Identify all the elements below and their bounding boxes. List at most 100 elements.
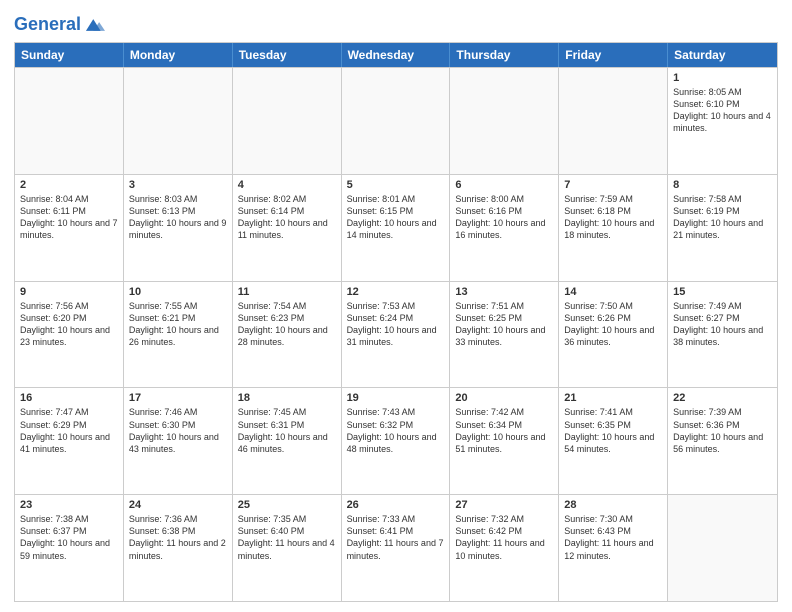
calendar-day: 22 Sunrise: 7:39 AM Sunset: 6:36 PM Dayli… bbox=[668, 388, 777, 494]
calendar-week: 23 Sunrise: 7:38 AM Sunset: 6:37 PM Dayli… bbox=[15, 494, 777, 601]
day-info: Sunrise: 7:39 AM Sunset: 6:36 PM Dayligh… bbox=[673, 406, 772, 455]
day-info: Sunrise: 7:30 AM Sunset: 6:43 PM Dayligh… bbox=[564, 513, 662, 562]
day-info: Sunrise: 7:54 AM Sunset: 6:23 PM Dayligh… bbox=[238, 300, 336, 349]
day-number: 4 bbox=[238, 179, 336, 191]
weekday-header: Monday bbox=[124, 43, 233, 67]
calendar-empty bbox=[15, 68, 124, 174]
day-info: Sunrise: 7:46 AM Sunset: 6:30 PM Dayligh… bbox=[129, 406, 227, 455]
day-number: 24 bbox=[129, 499, 227, 511]
calendar-day: 3Sunrise: 8:03 AM Sunset: 6:13 PM Daylig… bbox=[124, 175, 233, 281]
day-number: 16 bbox=[20, 392, 118, 404]
day-info: Sunrise: 7:38 AM Sunset: 6:37 PM Dayligh… bbox=[20, 513, 118, 562]
weekday-header: Saturday bbox=[668, 43, 777, 67]
day-number: 12 bbox=[347, 286, 445, 298]
day-number: 26 bbox=[347, 499, 445, 511]
calendar-day: 28Sunrise: 7:30 AM Sunset: 6:43 PM Dayli… bbox=[559, 495, 668, 601]
logo: General bbox=[14, 14, 105, 36]
calendar-day: 5 Sunrise: 8:01 AM Sunset: 6:15 PM Daylig… bbox=[342, 175, 451, 281]
calendar-day: 19 Sunrise: 7:43 AM Sunset: 6:32 PM Dayli… bbox=[342, 388, 451, 494]
day-info: Sunrise: 8:05 AM Sunset: 6:10 PM Dayligh… bbox=[673, 86, 772, 135]
day-info: Sunrise: 7:53 AM Sunset: 6:24 PM Dayligh… bbox=[347, 300, 445, 349]
calendar-empty bbox=[342, 68, 451, 174]
day-number: 23 bbox=[20, 499, 118, 511]
day-info: Sunrise: 7:56 AM Sunset: 6:20 PM Dayligh… bbox=[20, 300, 118, 349]
weekday-header: Friday bbox=[559, 43, 668, 67]
calendar-week: 16 Sunrise: 7:47 AM Sunset: 6:29 PM Dayli… bbox=[15, 387, 777, 494]
calendar-day: 8 Sunrise: 7:58 AM Sunset: 6:19 PM Daylig… bbox=[668, 175, 777, 281]
day-info: Sunrise: 7:43 AM Sunset: 6:32 PM Dayligh… bbox=[347, 406, 445, 455]
weekday-header: Wednesday bbox=[342, 43, 451, 67]
day-number: 21 bbox=[564, 392, 662, 404]
calendar-day: 20Sunrise: 7:42 AM Sunset: 6:34 PM Dayli… bbox=[450, 388, 559, 494]
day-info: Sunrise: 7:55 AM Sunset: 6:21 PM Dayligh… bbox=[129, 300, 227, 349]
day-number: 8 bbox=[673, 179, 772, 191]
day-number: 9 bbox=[20, 286, 118, 298]
day-number: 19 bbox=[347, 392, 445, 404]
day-info: Sunrise: 8:00 AM Sunset: 6:16 PM Dayligh… bbox=[455, 193, 553, 242]
day-info: Sunrise: 7:33 AM Sunset: 6:41 PM Dayligh… bbox=[347, 513, 445, 562]
day-number: 3 bbox=[129, 179, 227, 191]
day-number: 1 bbox=[673, 72, 772, 84]
header: General bbox=[14, 10, 778, 36]
day-number: 2 bbox=[20, 179, 118, 191]
day-number: 13 bbox=[455, 286, 553, 298]
day-info: Sunrise: 7:51 AM Sunset: 6:25 PM Dayligh… bbox=[455, 300, 553, 349]
day-number: 17 bbox=[129, 392, 227, 404]
calendar-day: 4 Sunrise: 8:02 AM Sunset: 6:14 PM Daylig… bbox=[233, 175, 342, 281]
day-info: Sunrise: 7:59 AM Sunset: 6:18 PM Dayligh… bbox=[564, 193, 662, 242]
page: General SundayMondayTuesdayWednesdayThur… bbox=[0, 0, 792, 612]
calendar-day: 12 Sunrise: 7:53 AM Sunset: 6:24 PM Dayli… bbox=[342, 282, 451, 388]
calendar-empty bbox=[233, 68, 342, 174]
calendar-day: 6 Sunrise: 8:00 AM Sunset: 6:16 PM Daylig… bbox=[450, 175, 559, 281]
day-number: 7 bbox=[564, 179, 662, 191]
calendar-empty bbox=[450, 68, 559, 174]
day-number: 14 bbox=[564, 286, 662, 298]
calendar-week: 2 Sunrise: 8:04 AM Sunset: 6:11 PM Daylig… bbox=[15, 174, 777, 281]
calendar-day: 16 Sunrise: 7:47 AM Sunset: 6:29 PM Dayli… bbox=[15, 388, 124, 494]
day-number: 10 bbox=[129, 286, 227, 298]
calendar-day: 11 Sunrise: 7:54 AM Sunset: 6:23 PM Dayli… bbox=[233, 282, 342, 388]
calendar-empty bbox=[559, 68, 668, 174]
day-info: Sunrise: 7:47 AM Sunset: 6:29 PM Dayligh… bbox=[20, 406, 118, 455]
calendar-day: 23 Sunrise: 7:38 AM Sunset: 6:37 PM Dayli… bbox=[15, 495, 124, 601]
calendar: SundayMondayTuesdayWednesdayThursdayFrid… bbox=[14, 42, 778, 602]
calendar-day: 9 Sunrise: 7:56 AM Sunset: 6:20 PM Daylig… bbox=[15, 282, 124, 388]
day-info: Sunrise: 7:58 AM Sunset: 6:19 PM Dayligh… bbox=[673, 193, 772, 242]
calendar-empty bbox=[124, 68, 233, 174]
day-info: Sunrise: 7:36 AM Sunset: 6:38 PM Dayligh… bbox=[129, 513, 227, 562]
day-number: 25 bbox=[238, 499, 336, 511]
calendar-day: 10 Sunrise: 7:55 AM Sunset: 6:21 PM Dayli… bbox=[124, 282, 233, 388]
day-number: 20 bbox=[455, 392, 553, 404]
calendar-day: 25 Sunrise: 7:35 AM Sunset: 6:40 PM Dayli… bbox=[233, 495, 342, 601]
calendar-empty bbox=[668, 495, 777, 601]
day-info: Sunrise: 7:45 AM Sunset: 6:31 PM Dayligh… bbox=[238, 406, 336, 455]
day-info: Sunrise: 8:02 AM Sunset: 6:14 PM Dayligh… bbox=[238, 193, 336, 242]
calendar-day: 17 Sunrise: 7:46 AM Sunset: 6:30 PM Dayli… bbox=[124, 388, 233, 494]
weekday-header: Tuesday bbox=[233, 43, 342, 67]
logo-text: General bbox=[14, 15, 81, 35]
day-info: Sunrise: 7:49 AM Sunset: 6:27 PM Dayligh… bbox=[673, 300, 772, 349]
day-info: Sunrise: 7:35 AM Sunset: 6:40 PM Dayligh… bbox=[238, 513, 336, 562]
day-info: Sunrise: 7:41 AM Sunset: 6:35 PM Dayligh… bbox=[564, 406, 662, 455]
day-info: Sunrise: 8:04 AM Sunset: 6:11 PM Dayligh… bbox=[20, 193, 118, 242]
day-info: Sunrise: 8:01 AM Sunset: 6:15 PM Dayligh… bbox=[347, 193, 445, 242]
weekday-header: Sunday bbox=[15, 43, 124, 67]
weekday-header: Thursday bbox=[450, 43, 559, 67]
day-number: 22 bbox=[673, 392, 772, 404]
day-info: Sunrise: 7:50 AM Sunset: 6:26 PM Dayligh… bbox=[564, 300, 662, 349]
calendar-day: 13 Sunrise: 7:51 AM Sunset: 6:25 PM Dayli… bbox=[450, 282, 559, 388]
day-number: 6 bbox=[455, 179, 553, 191]
calendar-day: 24 Sunrise: 7:36 AM Sunset: 6:38 PM Dayli… bbox=[124, 495, 233, 601]
day-number: 11 bbox=[238, 286, 336, 298]
calendar-header: SundayMondayTuesdayWednesdayThursdayFrid… bbox=[15, 43, 777, 67]
day-number: 27 bbox=[455, 499, 553, 511]
calendar-day: 1 Sunrise: 8:05 AM Sunset: 6:10 PM Daylig… bbox=[668, 68, 777, 174]
calendar-day: 7 Sunrise: 7:59 AM Sunset: 6:18 PM Daylig… bbox=[559, 175, 668, 281]
day-number: 5 bbox=[347, 179, 445, 191]
calendar-week: 9 Sunrise: 7:56 AM Sunset: 6:20 PM Daylig… bbox=[15, 281, 777, 388]
calendar-day: 15Sunrise: 7:49 AM Sunset: 6:27 PM Dayli… bbox=[668, 282, 777, 388]
day-info: Sunrise: 7:32 AM Sunset: 6:42 PM Dayligh… bbox=[455, 513, 553, 562]
day-number: 18 bbox=[238, 392, 336, 404]
logo-icon bbox=[83, 14, 105, 36]
calendar-day: 14 Sunrise: 7:50 AM Sunset: 6:26 PM Dayli… bbox=[559, 282, 668, 388]
